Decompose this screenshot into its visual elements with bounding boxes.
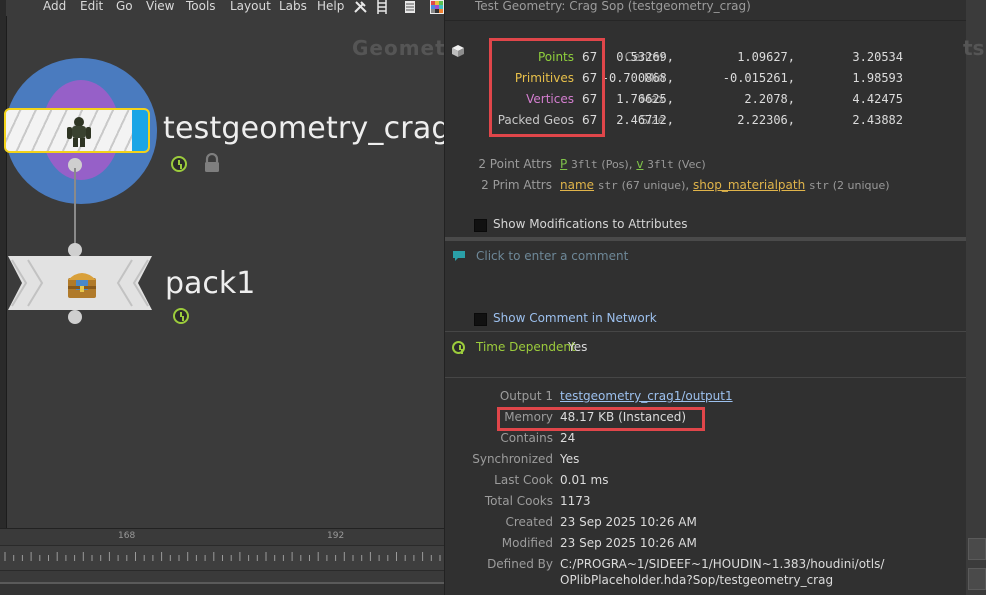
info-header: Test Geometry: Crag Sop (testgeometry_cr…	[445, 0, 967, 21]
last-cook-label: Last Cook	[494, 473, 553, 487]
menu-edit[interactable]: Edit	[80, 0, 103, 14]
list-icon[interactable]	[404, 0, 416, 14]
timeline-tick-label: 168	[118, 531, 136, 541]
show-modifications-label[interactable]: Show Modifications to Attributes	[493, 217, 688, 231]
show-comment-checkbox[interactable]	[474, 313, 487, 326]
network-editor[interactable]: Add Edit Go View Tools Layout Labs Help …	[0, 0, 444, 595]
show-modifications-checkbox[interactable]	[474, 219, 487, 232]
max-y: 2.2078,	[744, 92, 795, 106]
geometry-cube-icon	[452, 45, 464, 57]
max-z: 4.42475	[852, 92, 903, 106]
counts-highlight-box	[489, 38, 605, 137]
treasure-chest-icon	[62, 264, 102, 302]
last-cook-value: 0.01 ms	[560, 473, 609, 487]
created-label: Created	[505, 515, 554, 529]
menu-tools[interactable]: Tools	[186, 0, 216, 14]
node1-name-label[interactable]: testgeometry_crag1	[163, 111, 444, 146]
lock-icon[interactable]	[203, 152, 221, 173]
attr-shop-materialpath[interactable]: shop_materialpath	[693, 178, 805, 192]
attr-v[interactable]: v	[636, 157, 643, 171]
contains-label: Contains	[500, 431, 553, 445]
point-attrs-label: 2 Point Attrs	[478, 157, 552, 171]
modified-value: 23 Sep 2025 10:26 AM	[560, 536, 697, 550]
network-context-watermark: Geomet	[352, 36, 444, 60]
pane-scroll-down-button[interactable]	[968, 568, 986, 590]
playbar-strip[interactable]	[0, 582, 444, 595]
node2-name-label[interactable]: pack1	[165, 266, 255, 301]
min-y: -0.015261,	[722, 71, 795, 85]
total-cooks-value: 1173	[560, 494, 591, 508]
menu-go[interactable]: Go	[116, 0, 133, 14]
adjacent-pane-edge: ts	[963, 0, 986, 595]
pane-scroll-up-button[interactable]	[968, 538, 986, 560]
adjacent-pane-watermark: ts	[963, 36, 985, 60]
min-z: 1.98593	[852, 71, 903, 85]
display-flag[interactable]	[132, 110, 148, 151]
tools-wrench-icon[interactable]	[353, 0, 369, 14]
menu-help[interactable]: Help	[317, 0, 344, 14]
output-label: Output 1	[499, 389, 553, 403]
section-divider	[445, 237, 967, 241]
max-x: 1.76625,	[616, 92, 674, 106]
contains-value: 24	[560, 431, 576, 445]
crag-figure-icon	[62, 114, 96, 148]
center-z: 3.20534	[852, 50, 903, 64]
synchronized-label: Synchronized	[472, 452, 553, 466]
attr-name[interactable]: name	[560, 178, 594, 192]
time-dependent-clock-icon	[452, 341, 465, 354]
show-comment-label[interactable]: Show Comment in Network	[493, 311, 657, 325]
menu-layout[interactable]: Layout	[230, 0, 271, 14]
size-z: 2.43882	[852, 113, 903, 127]
pack-node[interactable]	[8, 256, 152, 310]
node2-output-connector[interactable]	[68, 310, 82, 324]
time-dependent-value: Yes	[568, 340, 588, 354]
memory-highlight-box	[497, 407, 705, 431]
defined-by-path-line1: C:/PROGRA~1/SIDEEF~1/HOUDIN~1.383/houdin…	[560, 557, 885, 571]
created-value: 23 Sep 2025 10:26 AM	[560, 515, 697, 529]
center-x: 0.53269,	[616, 50, 674, 64]
comment-input[interactable]: Click to enter a comment	[476, 249, 628, 263]
network-menubar: Add Edit Go View Tools Layout Labs Help	[6, 0, 444, 16]
defined-by-label: Defined By	[487, 557, 553, 571]
info-title: Test Geometry: Crag Sop (testgeometry_cr…	[475, 0, 751, 13]
section-divider	[445, 331, 967, 332]
size-x: 2.46712,	[616, 113, 674, 127]
min-x: -0.700868,	[601, 71, 674, 85]
total-cooks-label: Total Cooks	[484, 494, 553, 508]
left-dock-strip	[0, 0, 7, 595]
time-dependent-clock-icon	[173, 308, 189, 324]
point-attrs-list: P 3flt (Pos), v 3flt (Vec)	[560, 157, 706, 171]
timeline-ruler[interactable]	[0, 545, 444, 571]
connection-wire	[74, 168, 76, 248]
menu-add[interactable]: Add	[43, 0, 66, 14]
time-dependent-label: Time Dependent	[476, 340, 576, 354]
node2-input-connector[interactable]	[68, 243, 82, 257]
prim-attrs-label: 2 Prim Attrs	[481, 178, 552, 192]
defined-by-path-line2: OPlibPlaceholder.hda?Sop/testgeometry_cr…	[560, 573, 834, 587]
color-palette-icon[interactable]	[430, 0, 444, 14]
attr-p[interactable]: P	[560, 157, 567, 171]
modified-label: Modified	[501, 536, 553, 550]
timeline-tick-label: 192	[327, 531, 345, 541]
menu-view[interactable]: View	[146, 0, 174, 14]
center-y: 1.09627,	[737, 50, 795, 64]
output-link[interactable]: testgeometry_crag1/output1	[560, 389, 733, 403]
testgeometry-crag-node[interactable]	[4, 108, 150, 153]
ladder-icon[interactable]	[375, 0, 389, 14]
menu-labs[interactable]: Labs	[279, 0, 307, 14]
timeline-ticks	[4, 552, 441, 561]
prim-attrs-list: name str (67 unique), shop_materialpath …	[560, 178, 890, 192]
comment-bubble-icon	[453, 251, 465, 261]
section-divider	[445, 377, 967, 378]
time-dependent-clock-icon	[171, 156, 187, 172]
size-y: 2.22306,	[737, 113, 795, 127]
synchronized-value: Yes	[560, 452, 580, 466]
